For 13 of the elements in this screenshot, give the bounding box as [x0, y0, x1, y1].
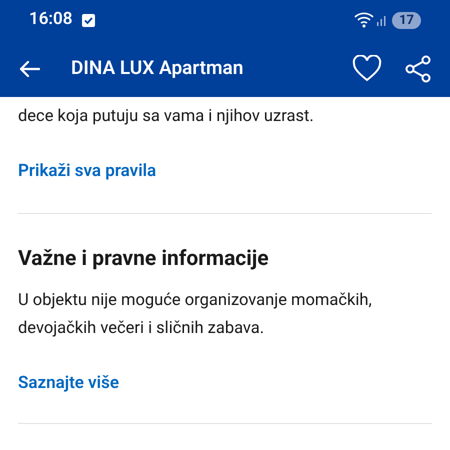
- body-text: U objektu nije moguće organizovanje momačkih, devojačkih večeri i sličnih zabava.: [18, 290, 373, 340]
- share-button[interactable]: [404, 54, 432, 82]
- link[interactable]: Prikaži sva pravila: [18, 159, 156, 184]
- signal-icon: [376, 14, 388, 26]
- battery-level: 17: [392, 12, 421, 28]
- section-heading: Važne i pravne informacije: [18, 246, 270, 272]
- wifi-icon: [354, 12, 374, 28]
- page-title: DINA LUX Apartman: [71, 55, 244, 82]
- body-text: dece koja putuju sa vama i njihov uzrast.: [18, 106, 315, 128]
- favorite-button[interactable]: [352, 55, 382, 82]
- link[interactable]: Saznajte više: [18, 371, 119, 396]
- checkbox-notification-icon: [82, 14, 96, 26]
- status-time: 16:08: [29, 8, 72, 32]
